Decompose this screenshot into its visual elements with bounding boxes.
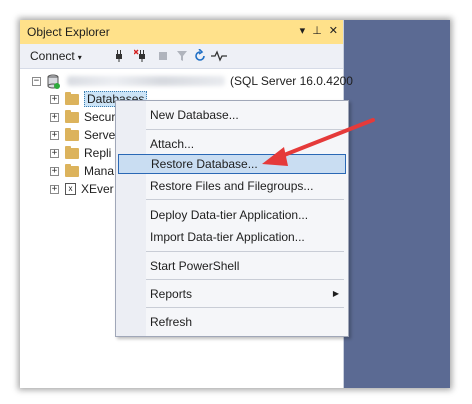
- menu-gutter: [116, 101, 146, 336]
- tree-item-xevent-profiler[interactable]: + x XEver: [50, 180, 114, 198]
- menu-separator: [146, 251, 344, 252]
- connect-caret-icon: ▾: [77, 53, 82, 62]
- panel-title: Object Explorer: [27, 25, 110, 39]
- expand-icon[interactable]: +: [50, 94, 59, 104]
- menu-separator: [146, 199, 344, 200]
- xevent-icon: x: [65, 183, 76, 195]
- menu-item-new-database[interactable]: New Database...: [146, 105, 345, 125]
- server-node[interactable]: − (SQL Server 16.0.4200: [32, 72, 353, 90]
- folder-icon: [65, 127, 79, 141]
- menu-separator: [146, 279, 344, 280]
- window-dropdown-icon[interactable]: ▾: [300, 24, 306, 38]
- folder-icon: [65, 91, 79, 105]
- activity-monitor-icon[interactable]: [211, 48, 227, 64]
- menu-item-attach[interactable]: Attach...: [146, 134, 345, 154]
- stop-icon[interactable]: [155, 48, 171, 64]
- filter-icon[interactable]: [174, 48, 190, 64]
- server-name-redacted: [67, 76, 225, 86]
- explorer-toolbar: Connect ▾: [20, 44, 343, 69]
- menu-item-reports[interactable]: Reports ▶: [146, 284, 345, 304]
- refresh-icon[interactable]: [192, 48, 208, 64]
- expand-icon[interactable]: +: [50, 184, 59, 194]
- folder-icon: [65, 163, 79, 177]
- menu-item-restore-database[interactable]: Restore Database...: [118, 154, 346, 174]
- titlebar-buttons: ▾ ⊥ ✕: [300, 24, 338, 38]
- context-menu: New Database... Attach... Restore Databa…: [115, 100, 349, 337]
- menu-item-deploy-data-tier[interactable]: Deploy Data-tier Application...: [146, 205, 345, 225]
- panel-titlebar: Object Explorer ▾ ⊥ ✕: [20, 20, 343, 44]
- menu-separator: [146, 307, 344, 308]
- tree-item-label: XEver: [81, 182, 114, 196]
- tree-item-label: Serve: [84, 128, 116, 142]
- tree-item-server-objects[interactable]: + Serve: [50, 126, 115, 144]
- collapse-icon[interactable]: −: [32, 76, 41, 86]
- folder-icon: [65, 109, 79, 123]
- menu-item-label: Reports: [150, 287, 193, 301]
- tree-item-label: Mana: [84, 164, 115, 178]
- connect-plug-icon[interactable]: [111, 48, 127, 64]
- server-version: (SQL Server 16.0.4200: [230, 74, 353, 88]
- menu-item-restore-files[interactable]: Restore Files and Filegroups...: [146, 176, 345, 196]
- menu-separator: [146, 129, 344, 130]
- menu-item-import-data-tier[interactable]: Import Data-tier Application...: [146, 227, 345, 247]
- menu-item-refresh[interactable]: Refresh: [146, 312, 345, 332]
- tree-item-security[interactable]: + Secur: [50, 108, 115, 126]
- tree-item-management[interactable]: + Mana: [50, 162, 114, 180]
- expand-icon[interactable]: +: [50, 112, 59, 122]
- expand-icon[interactable]: +: [50, 130, 59, 140]
- menu-item-start-powershell[interactable]: Start PowerShell: [146, 256, 345, 276]
- tree-item-label: Secur: [84, 110, 116, 124]
- expand-icon[interactable]: +: [50, 166, 59, 176]
- connect-label: Connect: [30, 49, 75, 63]
- connect-button[interactable]: Connect ▾: [30, 49, 82, 63]
- server-icon: [47, 74, 60, 89]
- tree-item-label: Repli: [84, 146, 112, 160]
- disconnect-icon[interactable]: [133, 48, 149, 64]
- submenu-arrow-icon: ▶: [332, 289, 339, 298]
- close-icon[interactable]: ✕: [329, 24, 338, 38]
- pin-icon[interactable]: ⊥: [312, 24, 322, 38]
- tree-item-replication[interactable]: + Repli: [50, 144, 111, 162]
- expand-icon[interactable]: +: [50, 148, 59, 158]
- folder-icon: [65, 145, 79, 159]
- screenshot-frame: Object Explorer ▾ ⊥ ✕ Connect ▾ − (SQL S…: [20, 20, 450, 388]
